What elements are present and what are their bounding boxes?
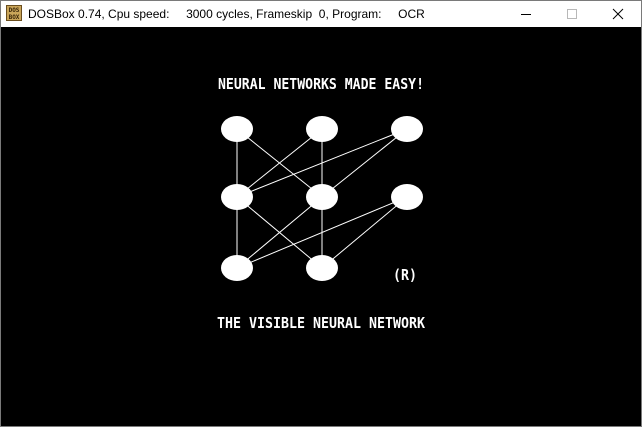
icon-text-bottom: BOX: [9, 14, 20, 21]
neuron-node: [221, 255, 253, 281]
dosbox-window: DOS BOX DOSBox 0.74, Cpu speed: 3000 cyc…: [0, 0, 642, 427]
neuron-node: [306, 116, 338, 142]
icon-text-top: DOS: [9, 7, 20, 14]
link-a3-b2: [321, 128, 408, 198]
minimize-button[interactable]: [503, 1, 549, 27]
dosbox-logo-icon: DOS BOX: [6, 5, 22, 21]
neuron-node: [306, 184, 338, 210]
link-b3-c2: [321, 196, 408, 269]
neuron-node: [391, 116, 423, 142]
dos-screen[interactable]: NEURAL NETWORKS MADE EASY! (R) THE VISIB…: [1, 27, 641, 426]
maximize-icon: [567, 9, 577, 19]
neuron-node: [221, 116, 253, 142]
neuron-node: [306, 255, 338, 281]
neuron-node: [221, 184, 253, 210]
close-button[interactable]: [595, 1, 641, 27]
close-icon: [612, 8, 624, 20]
minimize-icon: [521, 14, 531, 15]
registered-mark: (R): [393, 266, 417, 284]
window-title: DOSBox 0.74, Cpu speed: 3000 cycles, Fra…: [28, 7, 425, 21]
dos-screen-canvas: NEURAL NETWORKS MADE EASY! (R) THE VISIB…: [217, 75, 426, 332]
screen-heading: NEURAL NETWORKS MADE EASY!: [218, 75, 424, 93]
title-bar[interactable]: DOS BOX DOSBox 0.74, Cpu speed: 3000 cyc…: [1, 1, 641, 27]
screen-footer: THE VISIBLE NEURAL NETWORK: [217, 314, 426, 332]
maximize-button[interactable]: [549, 1, 595, 27]
neuron-node: [391, 184, 423, 210]
